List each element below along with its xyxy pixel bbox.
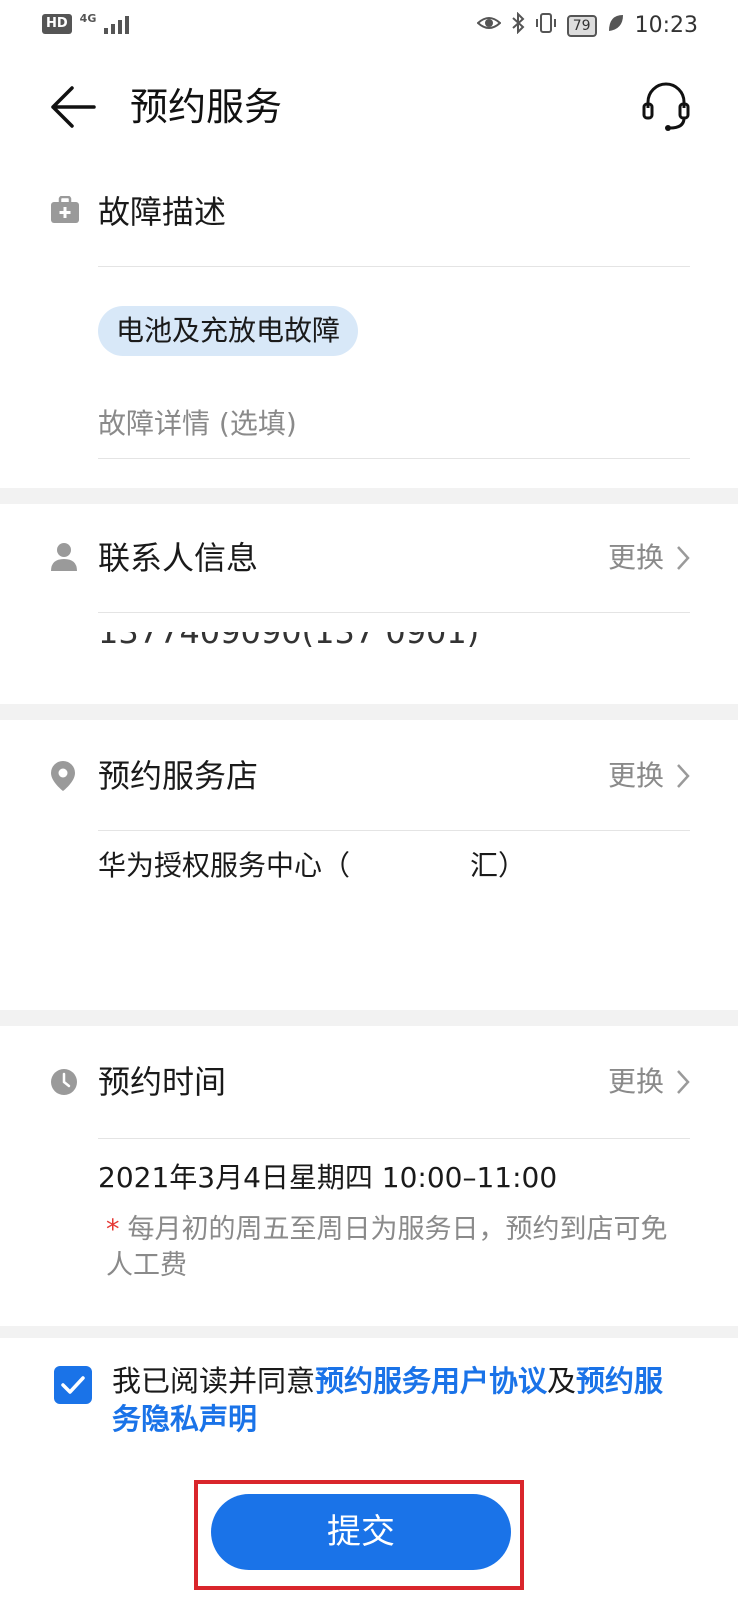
divider	[98, 458, 690, 459]
section-separator	[0, 704, 738, 720]
divider	[98, 1138, 690, 1139]
hd-badge: HD	[42, 14, 72, 34]
location-pin-icon	[50, 760, 76, 796]
section-separator	[0, 488, 738, 504]
time-note-text: 每月初的周五至周日为服务日，预约到店可免人工费	[106, 1214, 668, 1281]
vibrate-icon	[535, 12, 557, 39]
contact-title: 联系人信息	[98, 539, 259, 577]
divider	[98, 830, 690, 831]
change-label: 更换	[607, 1065, 664, 1098]
divider	[98, 266, 690, 267]
change-label: 更换	[607, 759, 664, 792]
network-label: 4G	[79, 11, 97, 25]
required-star: *	[106, 1214, 120, 1245]
status-right: 79 10:23	[476, 11, 698, 39]
leaf-icon	[607, 13, 625, 38]
fault-type-chip[interactable]: 电池及充放电故障	[98, 306, 359, 356]
battery-indicator: 79	[566, 14, 597, 37]
person-icon	[50, 542, 78, 576]
agreement-and: 及	[547, 1364, 577, 1398]
store-name: 华为授权服务中心（ 汇）	[98, 846, 526, 886]
contact-change-button[interactable]: 更换	[608, 538, 690, 578]
contact-phone-text: 1377409090(137 0901)	[98, 632, 480, 651]
appointment-time: 2021年3月4日星期四 10:00–11:00	[98, 1161, 558, 1194]
medical-kit-icon	[50, 195, 80, 228]
bluetooth-icon	[511, 11, 525, 39]
contact-phone: 1377409090(137 0901)	[98, 632, 498, 662]
time-note: * 每月初的周五至周日为服务日，预约到店可免人工费	[106, 1212, 686, 1284]
contact-card: 联系人信息 更换	[0, 504, 738, 704]
customer-service-icon[interactable]	[640, 80, 692, 136]
section-separator	[0, 1010, 738, 1026]
store-title: 预约服务店	[98, 757, 259, 795]
time-title: 预约时间	[98, 1063, 227, 1101]
section-separator	[0, 1326, 738, 1338]
chevron-right-icon	[677, 546, 690, 570]
divider	[98, 612, 690, 613]
submit-button[interactable]: 提交	[211, 1494, 511, 1570]
eye-icon	[476, 13, 502, 38]
status-left: HD 4G	[42, 11, 130, 34]
agreement-prefix: 我已阅读并同意	[112, 1364, 316, 1398]
fault-detail-input[interactable]: 故障详情 (选填)	[98, 404, 297, 444]
time-change-button[interactable]: 更换	[608, 1062, 690, 1102]
chevron-right-icon	[677, 764, 690, 788]
fault-title: 故障描述	[98, 193, 227, 231]
signal-icon	[104, 14, 130, 34]
clock-icon	[50, 1068, 78, 1100]
checkmark-icon	[61, 1376, 85, 1394]
change-label: 更换	[607, 541, 664, 574]
clock: 10:23	[634, 13, 698, 38]
store-name-suffix: 汇）	[470, 849, 527, 882]
page-title: 预约服务	[130, 85, 283, 129]
chevron-right-icon	[677, 1070, 690, 1094]
agreement-checkbox[interactable]	[54, 1366, 92, 1404]
status-bar: HD 4G 79 10:23	[0, 0, 738, 52]
store-name-prefix: 华为授权服务中心（	[98, 849, 351, 882]
store-change-button[interactable]: 更换	[608, 756, 690, 796]
app-bar: 预约服务	[0, 62, 738, 152]
user-agreement-link[interactable]: 预约服务用户协议	[315, 1364, 547, 1398]
back-arrow-icon[interactable]	[48, 84, 98, 130]
agreement-text: 我已阅读并同意预约服务用户协议及预约服务隐私声明	[112, 1362, 692, 1438]
